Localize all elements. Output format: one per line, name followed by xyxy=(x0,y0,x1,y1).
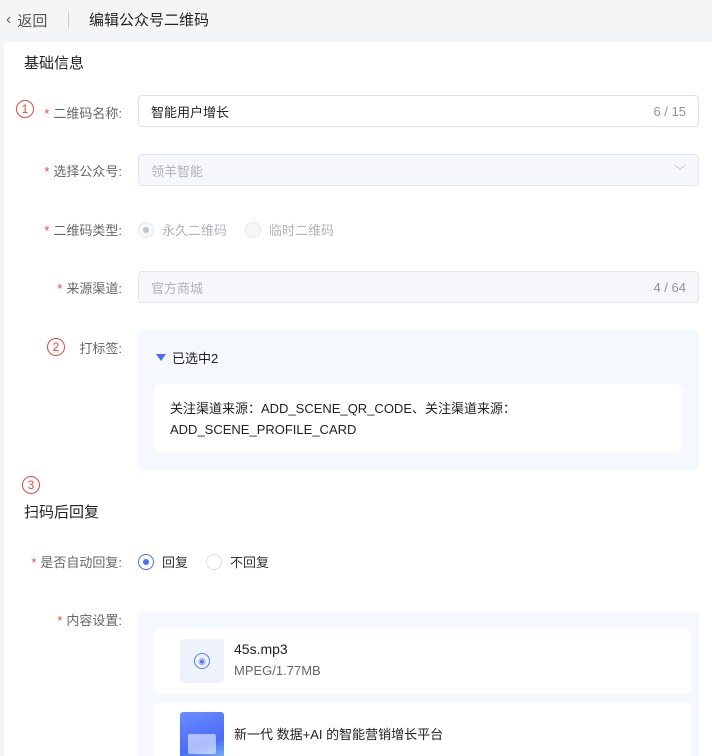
file-name: 45s.mp3 xyxy=(234,641,288,657)
required-asterisk: * xyxy=(44,106,50,121)
back-label: 返回 xyxy=(17,12,48,30)
required-asterisk: * xyxy=(31,555,37,570)
annotation-marker-3: 3 xyxy=(22,476,40,494)
chevron-left-icon: ‹ xyxy=(6,11,12,28)
tags-label: 打标签: xyxy=(79,341,122,356)
account-label: * 选择公众号: xyxy=(44,164,122,179)
content-panel: ◉ 45s.mp3 MPEG/1.77MB 新一代 数据+AI 的智能营销增长平… xyxy=(138,611,699,756)
auto-reply-label: * 是否自动回复: xyxy=(31,555,122,570)
name-label: * 二维码名称: xyxy=(44,106,122,121)
qrcode-name-input[interactable]: 智能用户增长 6 / 15 xyxy=(138,95,699,127)
radio-dot xyxy=(245,221,262,238)
source-channel-input[interactable]: 官方商城 4 / 64 xyxy=(138,271,699,303)
article-thumbnail xyxy=(180,712,224,756)
radio-permanent[interactable]: 永久二维码 xyxy=(138,220,227,239)
source-channel-value: 官方商城 xyxy=(151,280,204,296)
article-title: 新一代 数据+AI 的智能营销增长平台 xyxy=(234,727,444,742)
article-card[interactable]: 新一代 数据+AI 的智能营销增长平台 xyxy=(154,702,691,756)
caret-down-icon xyxy=(156,354,166,361)
radio-no-reply[interactable]: 不回复 xyxy=(206,552,269,571)
radio-reply[interactable]: 回复 xyxy=(138,552,188,571)
radio-temporary[interactable]: 临时二维码 xyxy=(245,220,334,239)
top-bar: ‹ 返回 编辑公众号二维码 xyxy=(0,0,712,40)
annotation-marker-1: 1 xyxy=(16,100,34,118)
required-asterisk: * xyxy=(57,613,63,628)
char-counter: 4 / 64 xyxy=(653,279,686,295)
back-button[interactable]: ‹ 返回 xyxy=(6,10,47,30)
radio-dot xyxy=(206,553,223,570)
required-asterisk: * xyxy=(44,164,50,179)
audio-icon: ◉ xyxy=(180,639,224,683)
chevron-down-icon: ﹀ xyxy=(673,163,686,178)
char-counter: 6 / 15 xyxy=(653,103,686,119)
radio-dot xyxy=(138,553,154,570)
required-asterisk: * xyxy=(44,223,50,238)
qrcode-type-radios: 永久二维码 临时二维码 xyxy=(138,220,352,239)
account-select-value: 领羊智能 xyxy=(151,163,204,179)
audio-file-card[interactable]: ◉ 45s.mp3 MPEG/1.77MB xyxy=(154,629,691,693)
selected-tags-content: 关注渠道来源：ADD_SCENE_QR_CODE、关注渠道来源： ADD_SCE… xyxy=(154,384,682,452)
tags-collapse-toggle[interactable]: 已选中2 xyxy=(156,348,218,367)
qrcode-name-value: 智能用户增长 xyxy=(151,104,230,120)
channel-label: * 来源渠道: xyxy=(57,281,122,296)
account-select[interactable]: 领羊智能 ﹀ xyxy=(138,154,699,186)
form-card: 基础信息 1 * 二维码名称: 智能用户增长 6 / 15 * 选择公众号: 领羊智… xyxy=(4,42,712,756)
page-title: 编辑公众号二维码 xyxy=(89,12,210,29)
required-asterisk: * xyxy=(57,281,63,296)
content-label: * 内容设置: xyxy=(57,613,122,628)
section-title-reply: 扫码后回复 xyxy=(24,504,100,521)
annotation-marker-2: 2 xyxy=(47,338,65,356)
radio-dot xyxy=(138,221,154,238)
file-meta: MPEG/1.77MB xyxy=(234,663,321,678)
section-title-basic: 基础信息 xyxy=(24,55,85,72)
auto-reply-radios: 回复 不回复 xyxy=(138,552,287,571)
header-divider xyxy=(68,12,69,28)
type-label: * 二维码类型: xyxy=(44,223,122,238)
tags-panel: 已选中2 关注渠道来源：ADD_SCENE_QR_CODE、关注渠道来源： AD… xyxy=(138,330,699,470)
